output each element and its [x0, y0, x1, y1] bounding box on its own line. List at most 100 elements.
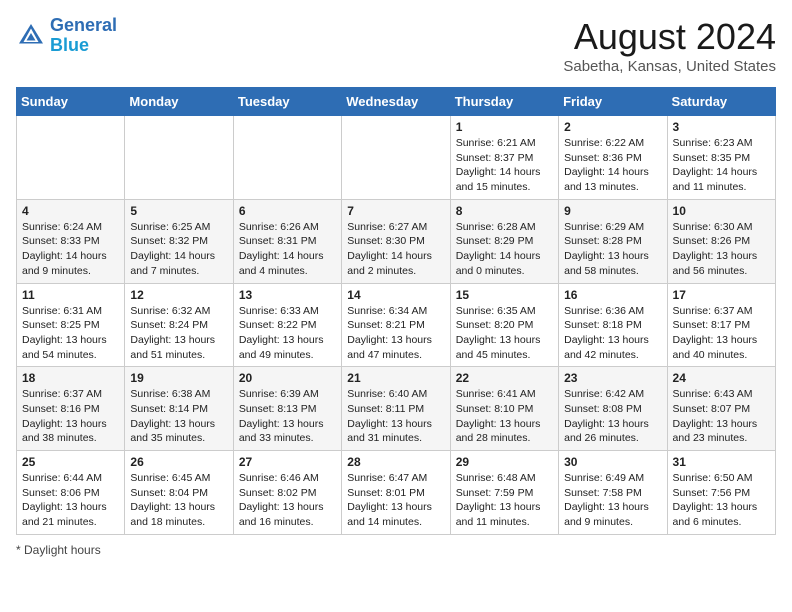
footer-text: Daylight hours — [24, 543, 101, 557]
day-info: Sunrise: 6:33 AM Sunset: 8:22 PM Dayligh… — [239, 304, 336, 363]
day-number: 8 — [456, 204, 553, 218]
logo-icon — [16, 21, 46, 51]
day-number: 2 — [564, 120, 661, 134]
calendar-cell — [342, 116, 450, 200]
day-number: 3 — [673, 120, 770, 134]
day-info: Sunrise: 6:29 AM Sunset: 8:28 PM Dayligh… — [564, 220, 661, 279]
day-info: Sunrise: 6:44 AM Sunset: 8:06 PM Dayligh… — [22, 471, 119, 530]
day-number: 30 — [564, 455, 661, 469]
calendar-cell: 17 Sunrise: 6:37 AM Sunset: 8:17 PM Dayli… — [667, 283, 775, 367]
day-info: Sunrise: 6:41 AM Sunset: 8:10 PM Dayligh… — [456, 387, 553, 446]
calendar-subtitle: Sabetha, Kansas, United States — [563, 58, 776, 75]
calendar-cell: 3 Sunrise: 6:23 AM Sunset: 8:35 PM Daylig… — [667, 116, 775, 200]
day-header-wednesday: Wednesday — [342, 88, 450, 116]
calendar-cell: 31 Sunrise: 6:50 AM Sunset: 7:56 PM Dayli… — [667, 451, 775, 535]
day-number: 23 — [564, 371, 661, 385]
day-number: 16 — [564, 288, 661, 302]
day-info: Sunrise: 6:47 AM Sunset: 8:01 PM Dayligh… — [347, 471, 444, 530]
calendar-title: August 2024 — [563, 16, 776, 58]
day-header-friday: Friday — [559, 88, 667, 116]
calendar-cell: 7 Sunrise: 6:27 AM Sunset: 8:30 PM Daylig… — [342, 199, 450, 283]
calendar-cell: 18 Sunrise: 6:37 AM Sunset: 8:16 PM Dayli… — [17, 367, 125, 451]
calendar-cell — [17, 116, 125, 200]
calendar-cell: 16 Sunrise: 6:36 AM Sunset: 8:18 PM Dayli… — [559, 283, 667, 367]
day-info: Sunrise: 6:40 AM Sunset: 8:11 PM Dayligh… — [347, 387, 444, 446]
day-header-tuesday: Tuesday — [233, 88, 341, 116]
day-number: 31 — [673, 455, 770, 469]
calendar-cell: 22 Sunrise: 6:41 AM Sunset: 8:10 PM Dayli… — [450, 367, 558, 451]
calendar-cell: 1 Sunrise: 6:21 AM Sunset: 8:37 PM Daylig… — [450, 116, 558, 200]
day-number: 4 — [22, 204, 119, 218]
week-row-1: 1 Sunrise: 6:21 AM Sunset: 8:37 PM Daylig… — [17, 116, 776, 200]
calendar-cell: 25Sunrise: 6:44 AM Sunset: 8:06 PM Dayli… — [17, 451, 125, 535]
calendar-cell: 2 Sunrise: 6:22 AM Sunset: 8:36 PM Daylig… — [559, 116, 667, 200]
day-info: Sunrise: 6:26 AM Sunset: 8:31 PM Dayligh… — [239, 220, 336, 279]
day-info: Sunrise: 6:39 AM Sunset: 8:13 PM Dayligh… — [239, 387, 336, 446]
calendar-cell: 10Sunrise: 6:30 AM Sunset: 8:26 PM Dayli… — [667, 199, 775, 283]
calendar-cell: 20 Sunrise: 6:39 AM Sunset: 8:13 PM Dayli… — [233, 367, 341, 451]
day-number: 18 — [22, 371, 119, 385]
calendar-cell — [125, 116, 233, 200]
day-number: 26 — [130, 455, 227, 469]
day-number: 24 — [673, 371, 770, 385]
day-info: Sunrise: 6:50 AM Sunset: 7:56 PM Dayligh… — [673, 471, 770, 530]
day-info: Sunrise: 6:37 AM Sunset: 8:16 PM Dayligh… — [22, 387, 119, 446]
day-info: Sunrise: 6:37 AM Sunset: 8:17 PM Dayligh… — [673, 304, 770, 363]
day-number: 7 — [347, 204, 444, 218]
day-info: Sunrise: 6:28 AM Sunset: 8:29 PM Dayligh… — [456, 220, 553, 279]
calendar-cell: 11 Sunrise: 6:31 AM Sunset: 8:25 PM Dayli… — [17, 283, 125, 367]
day-header-thursday: Thursday — [450, 88, 558, 116]
day-number: 17 — [673, 288, 770, 302]
day-info: Sunrise: 6:46 AM Sunset: 8:02 PM Dayligh… — [239, 471, 336, 530]
day-number: 29 — [456, 455, 553, 469]
day-number: 28 — [347, 455, 444, 469]
day-header-monday: Monday — [125, 88, 233, 116]
calendar-cell: 13 Sunrise: 6:33 AM Sunset: 8:22 PM Dayli… — [233, 283, 341, 367]
calendar-cell: 15Sunrise: 6:35 AM Sunset: 8:20 PM Dayli… — [450, 283, 558, 367]
calendar-cell: 27 Sunrise: 6:46 AM Sunset: 8:02 PM Dayli… — [233, 451, 341, 535]
day-info: Sunrise: 6:24 AM Sunset: 8:33 PM Dayligh… — [22, 220, 119, 279]
day-info: Sunrise: 6:22 AM Sunset: 8:36 PM Dayligh… — [564, 136, 661, 195]
footer-note: * Daylight hours — [16, 543, 776, 557]
day-info: Sunrise: 6:43 AM Sunset: 8:07 PM Dayligh… — [673, 387, 770, 446]
day-info: Sunrise: 6:32 AM Sunset: 8:24 PM Dayligh… — [130, 304, 227, 363]
day-info: Sunrise: 6:49 AM Sunset: 7:58 PM Dayligh… — [564, 471, 661, 530]
calendar-table: SundayMondayTuesdayWednesdayThursdayFrid… — [16, 87, 776, 535]
calendar-cell: 28 Sunrise: 6:47 AM Sunset: 8:01 PM Dayli… — [342, 451, 450, 535]
day-info: Sunrise: 6:27 AM Sunset: 8:30 PM Dayligh… — [347, 220, 444, 279]
header: General Blue August 2024 Sabetha, Kansas… — [16, 16, 776, 75]
day-info: Sunrise: 6:45 AM Sunset: 8:04 PM Dayligh… — [130, 471, 227, 530]
calendar-body: 1 Sunrise: 6:21 AM Sunset: 8:37 PM Daylig… — [17, 116, 776, 535]
day-info: Sunrise: 6:30 AM Sunset: 8:26 PM Dayligh… — [673, 220, 770, 279]
day-number: 13 — [239, 288, 336, 302]
day-number: 11 — [22, 288, 119, 302]
day-number: 20 — [239, 371, 336, 385]
calendar-cell: 14Sunrise: 6:34 AM Sunset: 8:21 PM Dayli… — [342, 283, 450, 367]
calendar-cell: 12 Sunrise: 6:32 AM Sunset: 8:24 PM Dayli… — [125, 283, 233, 367]
day-info: Sunrise: 6:21 AM Sunset: 8:37 PM Dayligh… — [456, 136, 553, 195]
day-info: Sunrise: 6:23 AM Sunset: 8:35 PM Dayligh… — [673, 136, 770, 195]
day-info: Sunrise: 6:42 AM Sunset: 8:08 PM Dayligh… — [564, 387, 661, 446]
calendar-cell: 4 Sunrise: 6:24 AM Sunset: 8:33 PM Daylig… — [17, 199, 125, 283]
day-info: Sunrise: 6:31 AM Sunset: 8:25 PM Dayligh… — [22, 304, 119, 363]
day-header-sunday: Sunday — [17, 88, 125, 116]
calendar-header-row: SundayMondayTuesdayWednesdayThursdayFrid… — [17, 88, 776, 116]
day-number: 22 — [456, 371, 553, 385]
day-number: 27 — [239, 455, 336, 469]
day-header-saturday: Saturday — [667, 88, 775, 116]
day-number: 12 — [130, 288, 227, 302]
day-info: Sunrise: 6:36 AM Sunset: 8:18 PM Dayligh… — [564, 304, 661, 363]
week-row-4: 18 Sunrise: 6:37 AM Sunset: 8:16 PM Dayli… — [17, 367, 776, 451]
calendar-cell: 5 Sunrise: 6:25 AM Sunset: 8:32 PM Daylig… — [125, 199, 233, 283]
calendar-cell: 21Sunrise: 6:40 AM Sunset: 8:11 PM Dayli… — [342, 367, 450, 451]
day-number: 19 — [130, 371, 227, 385]
day-number: 14 — [347, 288, 444, 302]
day-info: Sunrise: 6:35 AM Sunset: 8:20 PM Dayligh… — [456, 304, 553, 363]
title-section: August 2024 Sabetha, Kansas, United Stat… — [563, 16, 776, 75]
calendar-cell: 30 Sunrise: 6:49 AM Sunset: 7:58 PM Dayli… — [559, 451, 667, 535]
day-number: 5 — [130, 204, 227, 218]
logo: General Blue — [16, 16, 117, 56]
logo-text: General Blue — [50, 16, 117, 56]
day-number: 1 — [456, 120, 553, 134]
day-info: Sunrise: 6:25 AM Sunset: 8:32 PM Dayligh… — [130, 220, 227, 279]
